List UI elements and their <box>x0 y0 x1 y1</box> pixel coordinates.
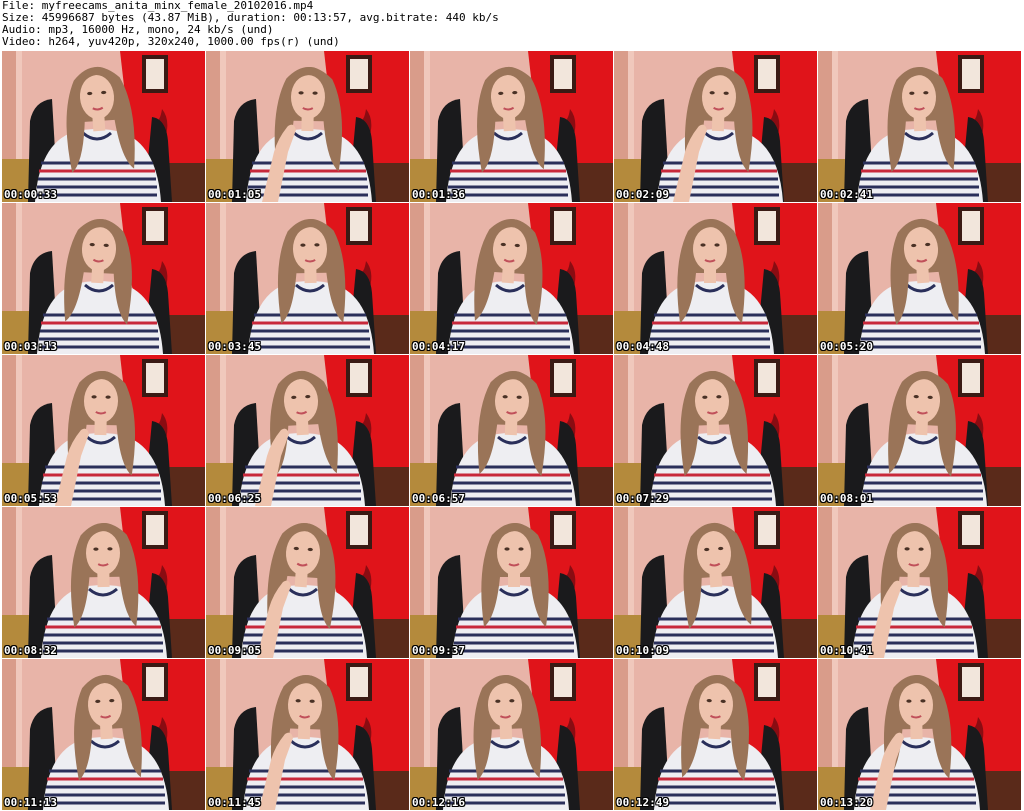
frame-timestamp: 00:10:41 <box>820 644 873 657</box>
file-size-line: Size: 45996687 bytes (43.87 MiB), durati… <box>2 12 499 24</box>
video-frame-thumbnail: 00:02:41 <box>818 51 1021 202</box>
frame-timestamp: 00:06:25 <box>208 492 261 505</box>
frame-timestamp: 00:01:36 <box>412 188 465 201</box>
video-frame-thumbnail: 00:03:45 <box>206 203 409 354</box>
frame-timestamp: 00:12:49 <box>616 796 669 809</box>
frame-timestamp: 00:09:37 <box>412 644 465 657</box>
video-frame-thumbnail: 00:10:09 <box>614 507 817 658</box>
audio-info-line: Audio: mp3, 16000 Hz, mono, 24 kb/s (und… <box>2 24 274 36</box>
video-frame-thumbnail: 00:09:05 <box>206 507 409 658</box>
frame-timestamp: 00:06:57 <box>412 492 465 505</box>
frame-timestamp: 00:07:29 <box>616 492 669 505</box>
video-frame-thumbnail: 00:10:41 <box>818 507 1021 658</box>
frame-timestamp: 00:08:01 <box>820 492 873 505</box>
video-frame-thumbnail: 00:11:45 <box>206 659 409 810</box>
frame-timestamp: 00:01:05 <box>208 188 261 201</box>
frame-timestamp: 00:03:45 <box>208 340 261 353</box>
video-frame-thumbnail: 00:01:05 <box>206 51 409 202</box>
frame-timestamp: 00:10:09 <box>616 644 669 657</box>
frame-timestamp: 00:09:05 <box>208 644 261 657</box>
file-info-header: File: myfreecams_anita_minx_female_20102… <box>2 0 1020 50</box>
video-frame-thumbnail: 00:05:20 <box>818 203 1021 354</box>
video-frame-thumbnail: 00:08:01 <box>818 355 1021 506</box>
video-frame-thumbnail: 00:12:49 <box>614 659 817 810</box>
frame-timestamp: 00:12:16 <box>412 796 465 809</box>
video-frame-thumbnail: 00:07:29 <box>614 355 817 506</box>
frame-timestamp: 00:11:13 <box>4 796 57 809</box>
frame-timestamp: 00:03:13 <box>4 340 57 353</box>
file-name-line: File: myfreecams_anita_minx_female_20102… <box>2 0 314 12</box>
frame-timestamp: 00:05:20 <box>820 340 873 353</box>
video-frame-thumbnail: 00:09:37 <box>410 507 613 658</box>
frame-timestamp: 00:02:41 <box>820 188 873 201</box>
frame-timestamp: 00:05:53 <box>4 492 57 505</box>
video-frame-thumbnail: 00:06:25 <box>206 355 409 506</box>
frame-timestamp: 00:02:09 <box>616 188 669 201</box>
frame-timestamp: 00:08:32 <box>4 644 57 657</box>
video-frame-thumbnail: 00:08:32 <box>2 507 205 658</box>
video-frame-thumbnail: 00:02:09 <box>614 51 817 202</box>
frame-timestamp: 00:13:20 <box>820 796 873 809</box>
video-frame-thumbnail: 00:04:17 <box>410 203 613 354</box>
video-frame-thumbnail: 00:12:16 <box>410 659 613 810</box>
video-frame-thumbnail: 00:11:13 <box>2 659 205 810</box>
frame-timestamp: 00:00:33 <box>4 188 57 201</box>
thumbnail-grid: 00:00:33 00:01:05 00:01:36 00:02:09 00:0… <box>0 50 1024 811</box>
frame-timestamp: 00:11:45 <box>208 796 261 809</box>
video-frame-thumbnail: 00:01:36 <box>410 51 613 202</box>
video-frame-thumbnail: 00:06:57 <box>410 355 613 506</box>
frame-timestamp: 00:04:17 <box>412 340 465 353</box>
video-frame-thumbnail: 00:03:13 <box>2 203 205 354</box>
video-frame-thumbnail: 00:04:48 <box>614 203 817 354</box>
video-frame-thumbnail: 00:05:53 <box>2 355 205 506</box>
video-info-line: Video: h264, yuv420p, 320x240, 1000.00 f… <box>2 36 340 48</box>
video-frame-thumbnail: 00:13:20 <box>818 659 1021 810</box>
frame-timestamp: 00:04:48 <box>616 340 669 353</box>
video-frame-thumbnail: 00:00:33 <box>2 51 205 202</box>
